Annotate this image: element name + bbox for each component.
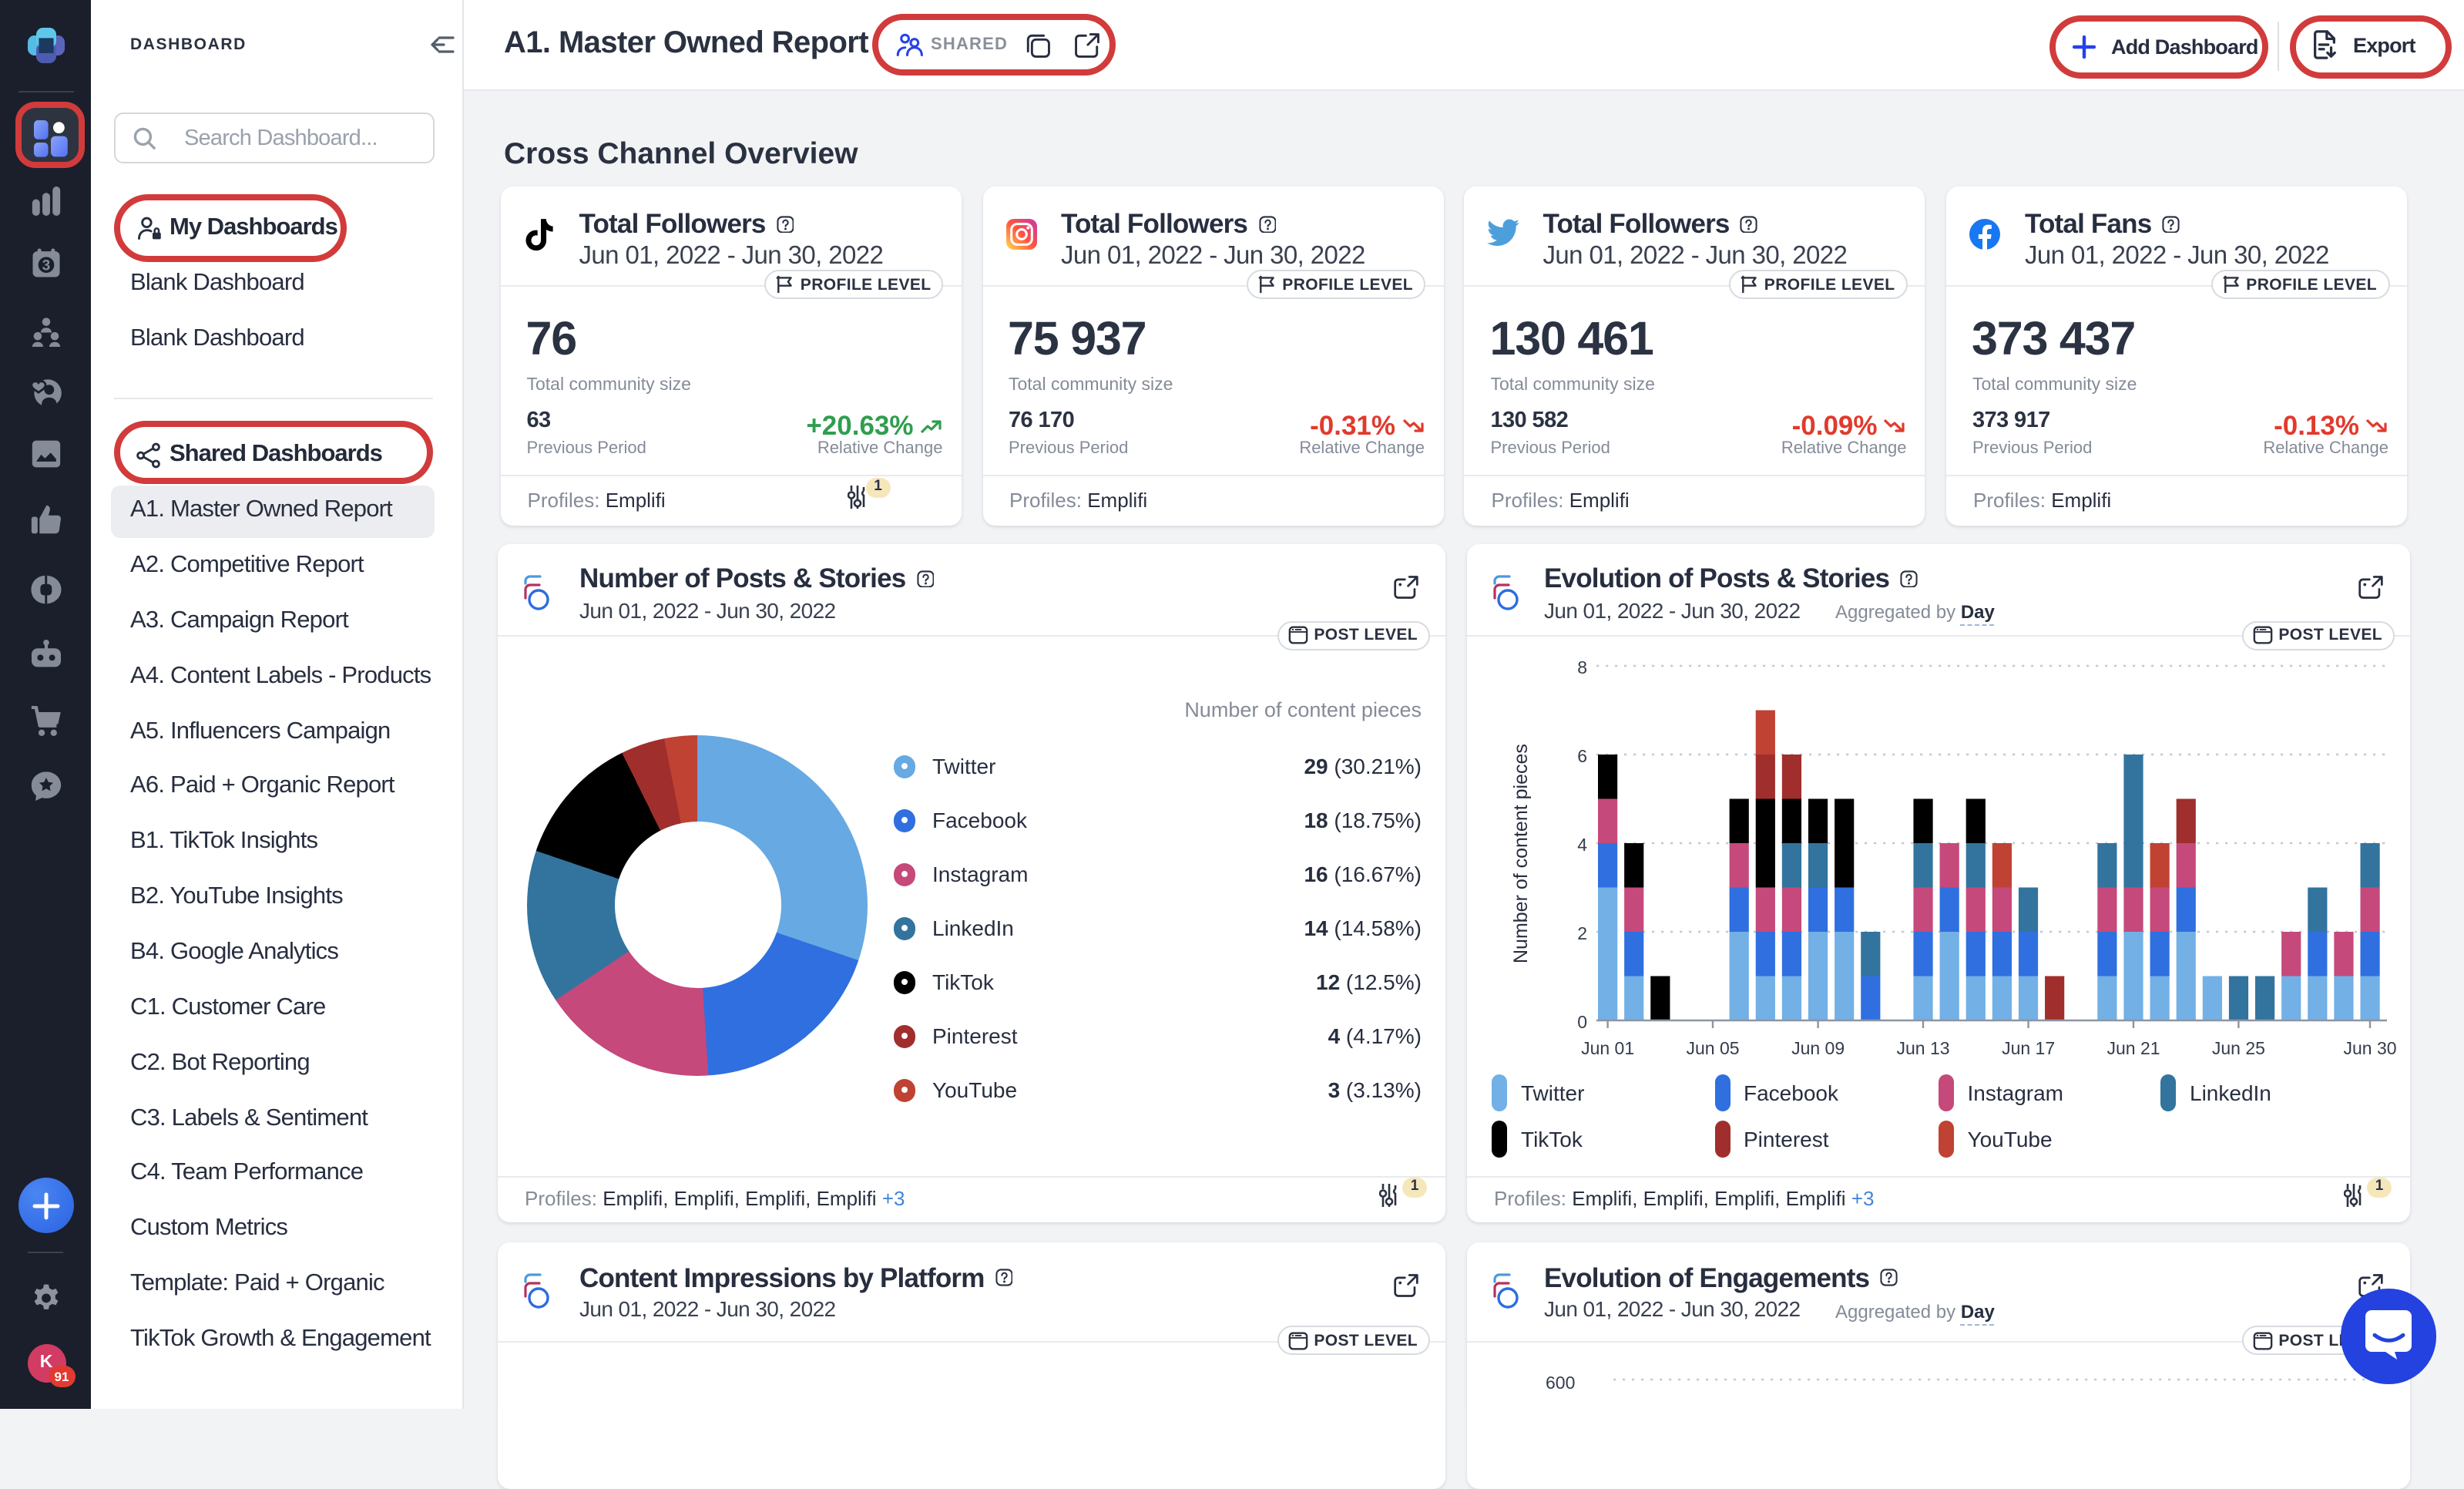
- svg-text:Jun 13: Jun 13: [1896, 1037, 1949, 1057]
- svg-text:2: 2: [1577, 923, 1587, 943]
- svg-text:Jun 30: Jun 30: [2343, 1037, 2396, 1057]
- svg-text:Jun 05: Jun 05: [1686, 1037, 1739, 1057]
- svg-text:6: 6: [1577, 745, 1587, 765]
- svg-text:3: 3: [42, 258, 50, 274]
- svg-text:Jun 17: Jun 17: [2002, 1037, 2055, 1057]
- svg-text:0: 0: [1577, 1011, 1587, 1031]
- svg-text:Jun 09: Jun 09: [1791, 1037, 1845, 1057]
- svg-text:8: 8: [1577, 657, 1587, 677]
- svg-text:4: 4: [1577, 834, 1587, 854]
- svg-text:Jun 21: Jun 21: [2106, 1037, 2160, 1057]
- svg-text:Jun 25: Jun 25: [2212, 1037, 2265, 1057]
- svg-text:Jun 01: Jun 01: [1581, 1037, 1634, 1057]
